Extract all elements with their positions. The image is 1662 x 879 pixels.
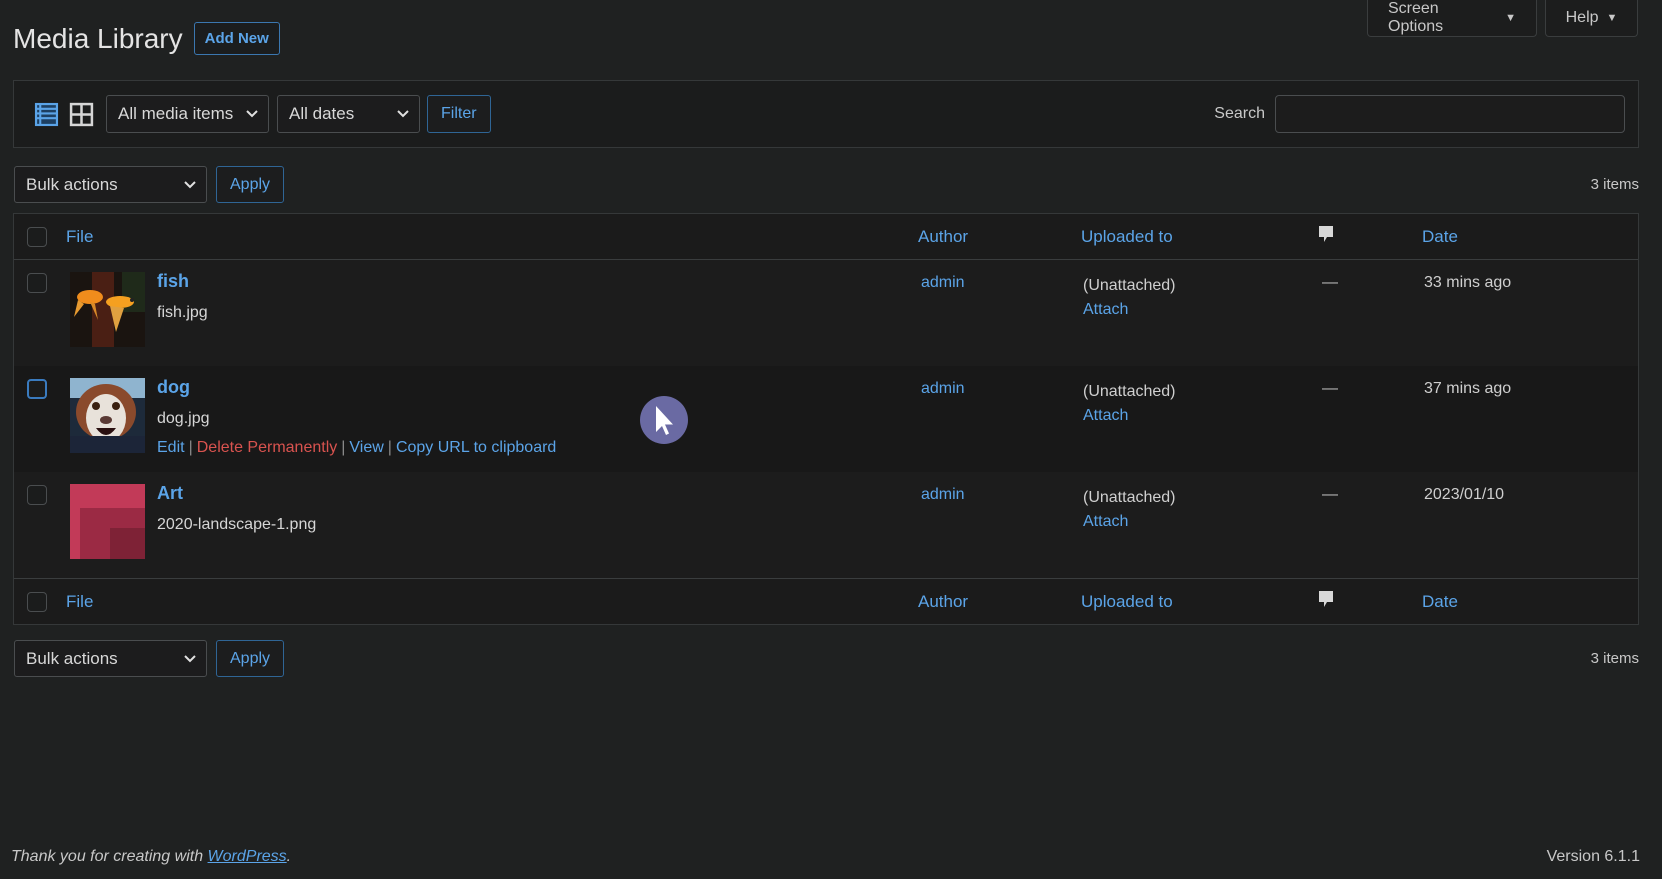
media-type-select[interactable]: All media items [106,95,269,133]
art-thumbnail[interactable] [70,484,145,559]
screen-meta-links: Screen Options ▼ Help ▼ [1367,0,1638,37]
unattached-label: (Unattached) [1083,489,1176,506]
media-toolbar: All media items All dates Filter Search [13,80,1639,148]
column-file[interactable]: File [66,227,93,247]
grid-view-icon[interactable] [69,102,94,127]
bulk-actions-value: Bulk actions [26,174,118,194]
footer-thanks-text: Thank you for creating with [11,848,208,865]
footer-thanks: Thank you for creating with WordPress. [11,848,291,866]
table-row: fish fish.jpg admin (Unattached) Attach … [14,260,1638,366]
copy-url-link[interactable]: Copy URL to clipboard [396,439,556,456]
add-new-button[interactable]: Add New [193,22,280,55]
comments-count: — [1322,380,1338,397]
unattached-label: (Unattached) [1083,277,1176,294]
file-name: 2020-landscape-1.png [157,516,317,533]
table-row: Art 2020-landscape-1.png admin (Unattach… [14,472,1638,578]
attach-link[interactable]: Attach [1083,298,1176,322]
delete-permanently-link[interactable]: Delete Permanently [197,439,338,456]
file-name: dog.jpg [157,410,210,427]
file-name: fish.jpg [157,304,208,321]
column-date[interactable]: Date [1422,592,1458,612]
comments-count: — [1322,274,1338,291]
separator: | [341,439,346,456]
row-actions: Edit | Delete Permanently | View | Copy URL to… [157,439,556,457]
date-value: All dates [289,104,355,123]
footer-version: Version 6.1.1 [1546,848,1640,865]
date-cell: 37 mins ago [1424,380,1512,397]
list-view-icon[interactable] [34,102,59,127]
date-select[interactable]: All dates [277,95,420,133]
caret-down-icon: ▼ [1505,12,1516,24]
search-input[interactable] [1275,95,1625,133]
row-checkbox[interactable] [27,273,47,293]
column-comments[interactable] [1317,225,1335,248]
footer-period: . [286,848,292,865]
screen-options-label: Screen Options [1388,0,1444,35]
bulk-actions-select[interactable]: Bulk actions [14,640,207,677]
column-uploaded-to[interactable]: Uploaded to [1081,592,1173,612]
dog-thumbnail[interactable] [70,378,145,453]
attach-link[interactable]: Attach [1083,510,1176,534]
apply-button[interactable]: Apply [216,166,285,203]
select-all-checkbox[interactable] [27,227,47,247]
comments-count: — [1322,486,1338,503]
column-author: Author [918,591,969,611]
column-comments[interactable] [1317,590,1335,613]
select-all-checkbox[interactable] [27,592,47,612]
bulk-actions-select[interactable]: Bulk actions [14,166,207,203]
table-footer: File Author Uploaded to Date [14,578,1638,624]
help-button[interactable]: Help ▼ [1545,0,1638,37]
bulk-actions-value: Bulk actions [26,648,118,668]
edit-link[interactable]: Edit [157,439,185,456]
file-title-link[interactable]: fish [157,271,189,292]
filter-button[interactable]: Filter [427,95,491,133]
apply-button[interactable]: Apply [216,640,285,677]
comment-bubble-icon [1319,226,1333,242]
bulk-actions-top: Bulk actions Apply 3 items [14,166,1639,203]
separator: | [387,439,392,456]
author-link[interactable]: admin [921,486,965,504]
date-cell: 2023/01/10 [1424,486,1505,503]
column-uploaded-to[interactable]: Uploaded to [1081,227,1173,247]
chevron-down-icon [246,110,258,118]
caret-down-icon: ▼ [1606,12,1618,24]
file-title-link[interactable]: dog [157,377,190,398]
wordpress-link[interactable]: WordPress [208,848,287,865]
goldfish-thumbnail[interactable] [70,272,145,347]
table-header: File Author Uploaded to Date [14,214,1638,260]
chevron-down-icon [397,110,409,118]
file-title-link[interactable]: Art [157,483,183,504]
help-label: Help [1565,9,1599,26]
search-box: Search [1214,95,1625,133]
unattached-label: (Unattached) [1083,383,1176,400]
uploaded-to-cell: (Unattached) Attach [1083,380,1176,428]
view-switch [34,102,94,127]
page-header: Media Library Add New [13,22,280,55]
chevron-down-icon [184,180,196,188]
chevron-down-icon [184,654,196,662]
row-checkbox[interactable] [27,379,47,399]
uploaded-to-cell: (Unattached) Attach [1083,274,1176,322]
items-count: 3 items [1590,650,1639,667]
view-link[interactable]: View [349,439,383,456]
page-title: Media Library [13,22,183,54]
author-link[interactable]: admin [921,380,965,398]
media-table: File Author Uploaded to Date fish fish.j… [13,213,1639,625]
column-date[interactable]: Date [1422,227,1458,247]
author-link[interactable]: admin [921,274,965,292]
column-file[interactable]: File [66,592,93,612]
date-cell: 33 mins ago [1424,274,1512,291]
screen-options-button[interactable]: Screen Options ▼ [1367,0,1537,37]
table-row: dog dog.jpg Edit | Delete Permanently | View… [14,366,1638,472]
separator: | [188,439,193,456]
items-count: 3 items [1590,176,1639,193]
bulk-actions-bottom: Bulk actions Apply 3 items [14,640,1639,677]
uploaded-to-cell: (Unattached) Attach [1083,486,1176,534]
column-author: Author [918,226,969,246]
row-checkbox[interactable] [27,485,47,505]
search-label: Search [1214,105,1265,122]
media-type-value: All media items [118,104,234,123]
attach-link[interactable]: Attach [1083,404,1176,428]
comment-bubble-icon [1319,591,1333,607]
